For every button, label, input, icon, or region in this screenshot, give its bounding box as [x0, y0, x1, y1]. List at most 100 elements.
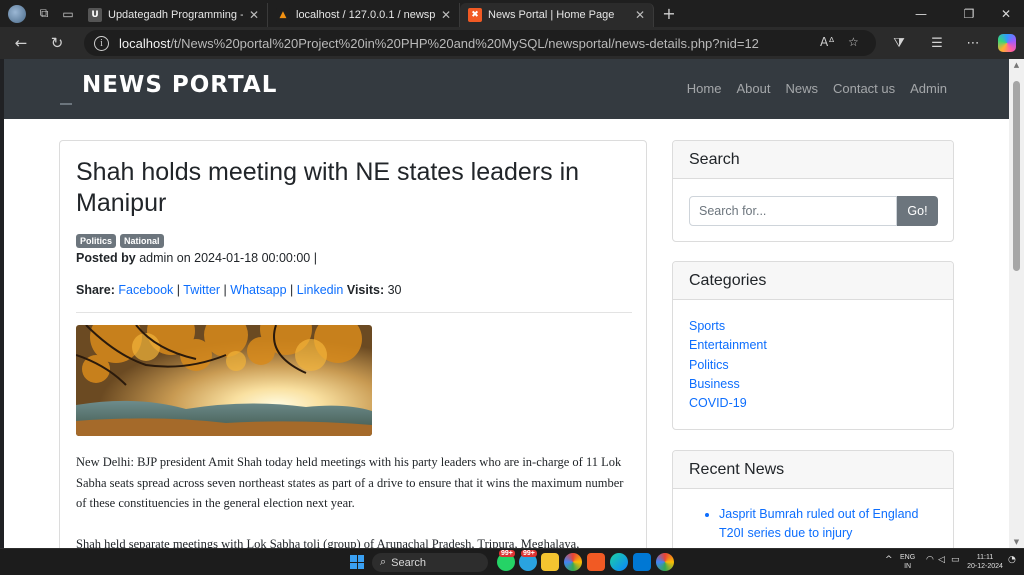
vscode-icon[interactable] [633, 553, 651, 571]
favorites-icon[interactable]: ☰ [923, 27, 951, 59]
favorite-star-icon[interactable]: ☆ [848, 35, 859, 49]
refresh-icon[interactable]: ↻ [42, 29, 72, 57]
site-brand[interactable]: NEWS PORTAL [82, 72, 277, 98]
tab-news-portal[interactable]: ✖ News Portal | Home Page ✕ [460, 3, 654, 27]
restore-icon[interactable]: ❐ [953, 0, 985, 27]
nav-contact[interactable]: Contact us [833, 81, 895, 96]
url-text[interactable]: localhost/t/News%20portal%20Project%20in… [119, 36, 759, 51]
tab-title: localhost / 127.0.0.1 / newsportal [296, 9, 435, 21]
clock-date: 20-12-2024 [967, 563, 1003, 570]
scrollbar-thumb[interactable] [1013, 81, 1020, 271]
share-bar: Share: Facebook | Twitter | Whatsapp | L… [76, 283, 402, 297]
scroll-down-icon[interactable]: ▼ [1012, 538, 1021, 546]
share-linkedin-link[interactable]: Linkedin [297, 283, 344, 297]
telegram-badge: 99+ [521, 550, 537, 557]
nav-admin[interactable]: Admin [910, 81, 947, 96]
article-title: Shah holds meeting with NE states leader… [76, 158, 580, 217]
tray-overflow-icon[interactable]: ^ [885, 555, 893, 565]
xampp-taskbar-icon[interactable] [587, 553, 605, 571]
nav-links: Home About News Contact us Admin [687, 81, 947, 96]
visits-count: 30 [387, 283, 402, 297]
wifi-icon[interactable]: ◠ [926, 555, 934, 565]
battery-icon[interactable]: ▭ [951, 555, 960, 565]
copilot-logo [998, 34, 1016, 52]
share-label: Share: [76, 283, 115, 297]
taskbar-search-label: Search [391, 556, 427, 569]
search-input[interactable]: Search for... [689, 196, 897, 226]
volume-icon[interactable]: ◁ [938, 555, 945, 565]
read-aloud-icon[interactable]: Aᐞ [820, 35, 835, 49]
close-tab-icon[interactable]: ✕ [441, 8, 451, 22]
notifications-icon[interactable]: ◔ [1008, 555, 1016, 565]
region-code: IN [904, 563, 912, 570]
nav-news[interactable]: News [785, 81, 818, 96]
categories-widget-title: Categories [673, 262, 953, 300]
taskbar-search[interactable]: ⌕ Search [372, 553, 488, 572]
date-prefix: on [176, 251, 191, 265]
recent-news-widget: Recent News Jasprit Bumrah ruled out of … [672, 450, 954, 548]
minimize-icon[interactable]: — [905, 0, 937, 27]
tab-title: Updategadh Programming - Upd [108, 9, 243, 21]
nav-home[interactable]: Home [687, 81, 722, 96]
share-whatsapp-link[interactable]: Whatsapp [230, 283, 286, 297]
recent-news-title: Recent News [673, 451, 953, 489]
article-paragraph: New Delhi: BJP president Amit Shah today… [76, 455, 624, 510]
category-link-politics[interactable]: Politics [689, 356, 953, 375]
search-widget: Search Search for... Go! [672, 140, 954, 242]
extensions-icon[interactable]: ⧩ [885, 27, 913, 59]
posted-by-label: Posted by [76, 251, 136, 265]
close-tab-icon[interactable]: ✕ [249, 8, 259, 22]
chrome-profile-icon[interactable] [656, 553, 674, 571]
category-link-business[interactable]: Business [689, 375, 953, 394]
site-info-icon[interactable]: i [94, 35, 109, 51]
edge-icon[interactable] [610, 553, 628, 571]
close-window-icon[interactable]: ✕ [990, 0, 1022, 27]
tab-title: News Portal | Home Page [488, 9, 615, 21]
share-twitter-link[interactable]: Twitter [183, 283, 220, 297]
back-arrow-icon[interactable]: ← [6, 29, 36, 57]
more-options-icon[interactable]: ⋯ [959, 27, 987, 59]
url-path: /t/News%20portal%20Project%20in%20PHP%20… [170, 35, 759, 51]
language-indicator[interactable]: ENG IN [900, 553, 915, 571]
clock-time: 11:11 [976, 554, 994, 561]
address-bar[interactable]: i localhost/t/News%20portal%20Project%20… [84, 30, 876, 56]
category-link-sports[interactable]: Sports [689, 317, 953, 336]
whatsapp-badge: 99+ [499, 550, 515, 557]
tab-phpmyadmin[interactable]: ▲ localhost / 127.0.0.1 / newsportal ✕ [268, 3, 460, 27]
article-badges: Politics National [76, 234, 164, 248]
profile-avatar[interactable] [8, 4, 26, 23]
web-page: NEWS PORTAL Home About News Contact us A… [4, 59, 1009, 548]
page-scrollbar[interactable]: ▲ ▼ [1009, 59, 1024, 548]
chrome-icon[interactable] [564, 553, 582, 571]
close-tab-icon[interactable]: ✕ [635, 8, 645, 22]
article-image [76, 325, 372, 436]
visits-label: Visits: [346, 283, 385, 297]
recent-news-link[interactable]: Jasprit Bumrah ruled out of England T20I… [719, 505, 937, 543]
browser-toolbar: ← ↻ i localhost/t/News%20portal%20Projec… [0, 27, 1024, 59]
url-host: localhost [119, 35, 171, 51]
windows-taskbar: ⌕ Search 99+ 99+ ^ ENG IN ◠ ◁ ▭ 11:11 20-12… [0, 548, 1024, 575]
scroll-up-icon[interactable]: ▲ [1012, 61, 1021, 69]
browser-tab-strip: ⧉ ▭ U Updategadh Programming - Upd ✕ ▲ l… [0, 0, 1024, 27]
phpmyadmin-icon: ▲ [276, 8, 290, 22]
copilot-icon[interactable] [993, 27, 1021, 59]
windows-start-icon[interactable] [350, 555, 364, 569]
search-icon: ⌕ [380, 556, 387, 568]
categories-widget: Categories Sports Entertainment Politics… [672, 261, 954, 430]
recent-news-list: Jasprit Bumrah ruled out of England T20I… [673, 489, 953, 543]
article-paragraph: Shah held separate meetings with Lok Sab… [76, 536, 580, 549]
system-clock[interactable]: 11:11 20-12-2024 [966, 553, 1004, 571]
search-go-button[interactable]: Go! [897, 196, 938, 226]
divider [76, 312, 632, 313]
xampp-icon: ✖ [468, 8, 482, 22]
new-tab-button[interactable]: + [654, 3, 684, 25]
tab-updategadh[interactable]: U Updategadh Programming - Upd ✕ [80, 3, 268, 27]
file-explorer-icon[interactable] [541, 553, 559, 571]
tab-actions-icon[interactable]: ▭ [56, 3, 80, 25]
share-facebook-link[interactable]: Facebook [118, 283, 173, 297]
category-link-entertainment[interactable]: Entertainment [689, 336, 953, 355]
author: admin [139, 251, 174, 265]
nav-about[interactable]: About [736, 81, 770, 96]
workspaces-icon[interactable]: ⧉ [32, 3, 56, 25]
category-link-covid[interactable]: COVID-19 [689, 394, 953, 413]
